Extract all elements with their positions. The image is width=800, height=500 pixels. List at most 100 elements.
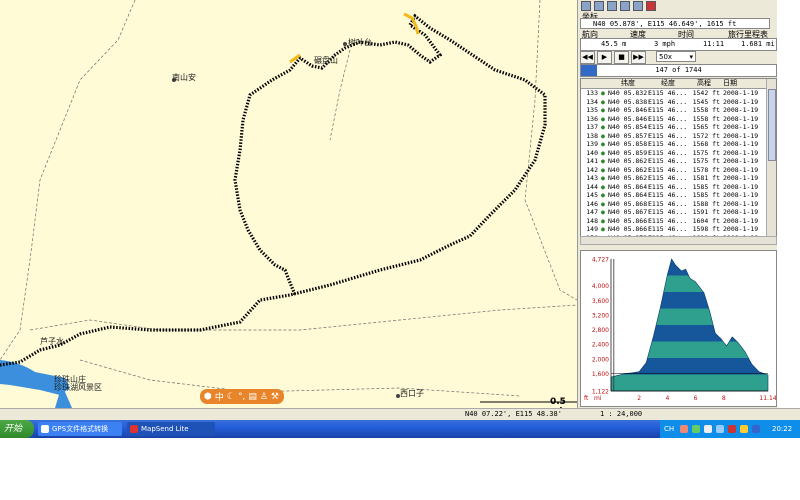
elevation-chart[interactable]: 1,1221,6002,0002,4002,8003,2003,6004,000… — [581, 251, 777, 406]
table-row[interactable]: 133 ● N40 05.832' E115 46... 1542 ft 2008-1-1… — [581, 89, 776, 98]
taskbar-item[interactable]: MapSend Lite — [127, 422, 215, 436]
tray-icon[interactable] — [680, 425, 688, 433]
table-cell: N40 05.864' — [608, 191, 652, 199]
map-view[interactable]: 南山安 碾盘山 树叶台 芦子水 珍珠山庄 珍珠湖风景区 西口子 0.5 mi ⬢… — [0, 0, 577, 408]
waypoint-dot-icon: ● — [601, 89, 605, 97]
column-header[interactable]: 纬度 — [608, 79, 648, 88]
scrollbar-thumb[interactable] — [768, 89, 776, 161]
tray-icon[interactable] — [716, 425, 724, 433]
table-row[interactable]: 137 ● N40 05.854' E115 46... 1565 ft 2008-1-1… — [581, 123, 776, 132]
table-row[interactable]: 136 ● N40 05.846' E115 46... 1558 ft 2008-1-1… — [581, 115, 776, 124]
table-row[interactable]: 140 ● N40 05.859' E115 46... 1575 ft 2008-1-1… — [581, 149, 776, 158]
toolbar-icon[interactable] — [633, 1, 643, 11]
map-canvas[interactable] — [0, 0, 577, 408]
waypoint-dot-icon: ● — [601, 106, 605, 114]
x-tick-label: 6 — [694, 395, 698, 402]
keyboard-icon[interactable]: ▤ — [248, 392, 257, 402]
table-cell: N40 05.846' — [608, 114, 652, 123]
table-row[interactable]: 139 ● N40 05.858' E115 46... 1568 ft 2008-1-1… — [581, 140, 776, 149]
waypoint-dot-icon: ● — [601, 225, 605, 233]
tray-icon[interactable] — [752, 425, 760, 433]
table-row[interactable]: 149 ● N40 05.866' E115 46... 1598 ft 2008-1-1… — [581, 225, 776, 234]
table-row[interactable]: 148 ● N40 05.866' E115 46... 1604 ft 2008-1-1… — [581, 217, 776, 226]
system-tray: CH 20:22 — [660, 420, 800, 438]
table-cell: 141 — [586, 157, 598, 165]
fast-forward-button[interactable]: ▶▶ — [631, 51, 646, 64]
table-row[interactable]: 135 ● N40 05.846' E115 46... 1558 ft 2008-1-1… — [581, 106, 776, 115]
y-tick-label: 2,800 — [592, 327, 609, 334]
table-cell: E115 46... — [648, 216, 688, 225]
punct-icon[interactable]: °, — [238, 392, 245, 402]
table-cell: 2008-1-19 — [723, 131, 759, 140]
play-button[interactable]: ▶ — [597, 51, 612, 64]
wrench-icon[interactable]: ⚒ — [271, 392, 279, 402]
table-cell: 148 — [586, 216, 598, 225]
ime-toolbar[interactable]: ⬢ 中 ☾ °, ▤ ♙ ⚒ — [200, 389, 284, 404]
toolbar-icon[interactable] — [607, 1, 617, 11]
place-label: 碾盘山 — [314, 56, 338, 65]
table-cell: 142 — [586, 165, 598, 174]
rewind-button[interactable]: ◀◀ — [580, 51, 595, 64]
table-row[interactable]: 142 ● N40 05.862' E115 46... 1578 ft 2008-1-1… — [581, 166, 776, 175]
road-line — [0, 0, 136, 361]
table-row[interactable]: 146 ● N40 05.868' E115 46... 1588 ft 2008-1-1… — [581, 200, 776, 209]
user-icon[interactable]: ♙ — [260, 392, 268, 402]
start-button[interactable]: 开始 — [0, 420, 34, 438]
horizontal-scrollbar[interactable] — [580, 236, 777, 245]
table-row[interactable]: 143 ● N40 05.862' E115 46... 1581 ft 2008-1-1… — [581, 174, 776, 183]
tray-icon[interactable] — [704, 425, 712, 433]
table-row[interactable]: 141 ● N40 05.862' E115 46... 1575 ft 2008-1-1… — [581, 157, 776, 166]
table-row[interactable]: 147 ● N40 05.867' E115 46... 1591 ft 2008-1-1… — [581, 208, 776, 217]
table-cell: 139 — [586, 140, 598, 148]
table-cell: 133 — [586, 89, 598, 97]
place-label: 芦子水 — [40, 337, 64, 346]
elevation-band — [611, 341, 768, 358]
toolbar-icon[interactable] — [594, 1, 604, 11]
table-row[interactable]: 134 ● N40 05.838' E115 46... 1545 ft 2008-1-1… — [581, 98, 776, 107]
table-row[interactable]: 138 ● N40 05.857' E115 46... 1572 ft 2008-1-1… — [581, 132, 776, 141]
ime-logo-icon[interactable]: ⬢ — [204, 392, 212, 402]
table-cell: 2008-1-19 — [723, 106, 759, 114]
language-indicator[interactable]: CH — [664, 420, 674, 438]
position-field: N40 05.878', E115 46.649', 1615 ft — [580, 18, 770, 29]
playback-speed-select[interactable]: 50x ▾ — [656, 51, 696, 62]
table-cell: 2008-1-19 — [723, 148, 759, 157]
close-icon[interactable] — [646, 1, 656, 11]
moon-icon[interactable]: ☾ — [227, 392, 235, 402]
playback-progress[interactable]: 147 of 1744 — [580, 64, 777, 77]
waypoint-dot-icon: ● — [601, 148, 605, 157]
table-cell: 2008-1-19 — [723, 140, 759, 148]
time-value: 11:11 — [703, 40, 725, 48]
taskbar-item[interactable]: GPS文件格式转换 — [38, 422, 122, 436]
table-cell: E115 46... — [648, 123, 688, 131]
column-header[interactable]: 经度 — [648, 79, 688, 88]
table-cell: N40 05.862' — [608, 174, 652, 182]
table-scrollbar[interactable] — [766, 79, 776, 237]
table-cell: 145 — [586, 191, 598, 199]
y-axis-label: ft — [584, 395, 589, 402]
tray-icon[interactable] — [728, 425, 736, 433]
trackpoint-table[interactable]: 纬度 经度 高程 日期 133 ● N40 05.832' E115 46... 154… — [580, 78, 777, 238]
table-row[interactable]: 144 ● N40 05.864' E115 46... 1585 ft 2008-1-1… — [581, 183, 776, 192]
ime-mode-label[interactable]: 中 — [215, 390, 224, 403]
table-cell: 1542 ft — [692, 89, 720, 97]
waypoint-dot-icon: ● — [601, 216, 605, 225]
taskbar-item-label: GPS文件格式转换 — [52, 425, 109, 433]
table-cell: E115 46... — [648, 165, 688, 174]
chevron-down-icon[interactable]: ▾ — [689, 52, 693, 63]
panel-toolbar — [578, 0, 777, 11]
elevation-profile[interactable]: 1,122 1,600 2,000 2,400 2,800 3,200 3,600 4,000… — [580, 250, 777, 407]
column-header[interactable] — [598, 79, 608, 88]
stop-button[interactable]: ■ — [614, 51, 629, 64]
column-header[interactable]: 高程 — [688, 79, 720, 88]
column-header[interactable] — [581, 79, 598, 88]
table-cell: N40 05.854' — [608, 123, 652, 131]
table-cell: E115 46... — [648, 191, 688, 199]
toolbar-icon[interactable] — [581, 1, 591, 11]
toolbar-icon[interactable] — [620, 1, 630, 11]
table-row[interactable]: 145 ● N40 05.864' E115 46... 1585 ft 2008-1-1… — [581, 191, 776, 200]
column-header[interactable]: 日期 — [720, 79, 763, 88]
tray-icon[interactable] — [692, 425, 700, 433]
map-scale: 1 : 24,000 — [600, 410, 643, 418]
tray-icon[interactable] — [740, 425, 748, 433]
